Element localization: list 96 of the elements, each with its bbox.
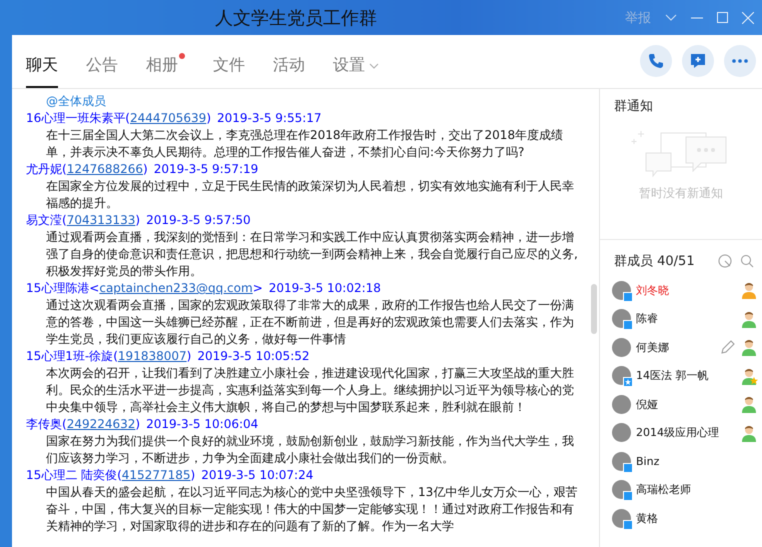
member-role-icon (740, 395, 758, 414)
bracket-text: ( (117, 467, 122, 484)
notification-dot-icon (179, 53, 185, 59)
member-role-icon (740, 338, 758, 356)
bracket-text: ( (62, 161, 67, 178)
bracket-text: ) (186, 348, 192, 365)
contact-link[interactable]: captainchen233@qq.com (99, 280, 253, 297)
contact-link[interactable]: 191838007 (118, 348, 187, 365)
contact-link[interactable]: 249224632 (66, 416, 136, 433)
message-text: 通过观看两会直播，我深刻的觉悟到：在日常学习和实践工作中应认真贯彻落实两会精神，进一步增强了自身的使命意识和责任意识，把思想和行动统一到两会精神上来，我会自觉履行自己应尽的义务,积极发挥好党员的带头作用。 (45, 229, 579, 280)
sender-name: 15心理二 陆奕俊 (26, 467, 118, 484)
tab[interactable]: 文件 (213, 51, 245, 88)
tab[interactable]: 聊天 (26, 51, 58, 88)
member-name: 2014级应用心理 (636, 425, 720, 440)
avatar (612, 394, 631, 414)
message-time: 2019-3-5 10:07:24 (201, 467, 314, 484)
sender-name: 易文滢 (26, 212, 62, 229)
member-role-icon (740, 424, 758, 442)
bracket-text: ) (135, 212, 140, 229)
contact-link[interactable]: 415277185 (122, 467, 190, 484)
sender-name: 尤丹妮 (26, 161, 62, 178)
message-time: 2019-3-5 9:57:19 (154, 161, 258, 178)
message-time: 2019-3-5 10:05:52 (197, 348, 310, 365)
message-time: 2019-3-5 10:02:18 (268, 280, 381, 297)
bracket-text: < (89, 280, 100, 297)
member-name: 倪娅 (636, 396, 659, 412)
message-time: 2019-3-5 10:06:04 (146, 416, 258, 433)
member-name: 黄格 (636, 510, 659, 526)
member-name: Binz (636, 454, 660, 468)
member-row[interactable]: 刘冬晓 (600, 276, 762, 304)
bracket-text: ( (125, 110, 130, 127)
tab[interactable]: 活动 (273, 51, 305, 88)
message-time: 2019-3-5 9:55:17 (217, 110, 322, 127)
contact-link[interactable]: 704313133 (66, 212, 136, 229)
member-row[interactable]: 高瑞松老师 (600, 476, 762, 504)
minimize-icon[interactable] (691, 16, 703, 18)
message-text: 国家在努力为我们提供一个良好的就业环境，鼓励创新创业，鼓励学习新技能，作为当代大学生，我们应该努力学习，不断进步，力争为全面建成小康社会做出我们的一份贡献。 (45, 433, 575, 467)
sender-name: 16心理一班朱素平 (26, 110, 126, 127)
member-row[interactable]: 14医法 郭一帆 (600, 362, 762, 390)
phone-button[interactable] (640, 45, 672, 77)
window-title: 人文学生党员工作群 (215, 7, 377, 30)
message-text: 在十三届全国人大第二次会议上，李克强总理在作2018年政府工作报告时，交出了2018年度成绩单，并表示决不辜负人民期待。总理的工作报告催人奋进，不禁扪心自问:今天你努力了吗? (45, 127, 564, 161)
more-icon (732, 59, 748, 63)
member-row[interactable]: 黄格 (600, 504, 762, 532)
chevron-down-icon (369, 62, 379, 68)
chevron-down-icon[interactable] (665, 14, 677, 22)
bracket-text: ) (143, 161, 148, 178)
member-row[interactable]: 陈睿 (600, 304, 762, 333)
member-filter-icon[interactable] (718, 254, 732, 268)
message-time: 2019-3-5 9:57:50 (146, 212, 251, 229)
empty-notice-text: 暂时没有新通知 (638, 185, 724, 202)
member-role-icon (740, 281, 758, 300)
tab[interactable]: 设置 (333, 51, 379, 88)
bracket-text: ) (135, 416, 140, 433)
search-icon[interactable] (740, 254, 754, 268)
member-name: 刘冬晓 (636, 282, 670, 298)
message-text: 本次两会的召开，让我们看到了决胜建立小康社会，推进建设现代化国家，打赢三大攻坚战的重大胜利。民众的生活水平进一步提高，实惠利益落实到每一个人身上。继续拥护以习近平为领导核心的党中央集中领导，高举社会主义伟大旗帜，将自己的梦想与中国梦联系起来，胜利就在眼前！ (45, 365, 575, 416)
members-title: 群成员 40/51 (614, 253, 696, 270)
tab[interactable]: 公告 (86, 51, 118, 88)
bracket-text: > (252, 280, 263, 297)
member-role-icon (740, 310, 758, 328)
message-text: 中国从春天的盛会起航，在以习近平同志为核心的党中央坚强领导下，13亿中华儿女万众一心，艰苦奋斗，中国，伟大复兴的目标一定能实现！伟大的中国梦一定能够实现！！通过对政府工作报告和有关精神的学习，对国家取得的进步和存在的问题有了新的了解。作为一名大学 (45, 484, 578, 535)
member-name: 14医法 郭一帆 (636, 368, 710, 384)
contact-link[interactable]: 2444705639 (130, 110, 206, 127)
bracket-text: ( (62, 416, 67, 433)
sender-name: 15心理1班-徐旋 (26, 348, 114, 365)
contact-link[interactable]: 1247688266 (66, 161, 144, 178)
avatar (612, 338, 631, 357)
bracket-text: ) (190, 467, 196, 484)
bracket-text: ( (113, 348, 118, 365)
member-row[interactable]: 倪娅 (600, 390, 762, 418)
close-icon[interactable] (742, 12, 754, 24)
message-text: 通过这次观看两会直播，国家的宏观政策取得了非常大的成果，政府的工作报告也给人民交了一份满意的答卷，中国这一头雄狮已经苏醒，正在不断前进，但是再好的宏观政策也需要人们去落实，作为学生党员，我们更应该履行自己的义务，做好每一件事情 (45, 297, 575, 348)
message-text: 在国家全方位发展的过程中，立足于民生民情的政策深切为人民着想，切实有效地实施有利于人民幸福感的提升。 (45, 178, 575, 212)
new-chat-button[interactable] (682, 45, 714, 77)
pencil-icon[interactable] (721, 340, 735, 354)
bracket-text: ) (206, 110, 212, 127)
sender-name: 李传奥 (26, 416, 62, 433)
maximize-icon[interactable] (717, 12, 728, 23)
sender-name: 15心理陈港 (26, 280, 90, 297)
mention-text[interactable]: @全体成员 (26, 93, 581, 110)
member-name: 陈睿 (636, 311, 659, 326)
phone-icon (648, 53, 664, 69)
member-name: 高瑞松老师 (636, 482, 692, 498)
chat-plus-icon (690, 53, 706, 69)
more-button[interactable] (724, 45, 756, 77)
member-row[interactable]: Binz (600, 447, 762, 476)
scrollbar-thumb[interactable] (591, 284, 597, 334)
member-row[interactable]: 2014级应用心理 (600, 418, 762, 447)
member-row[interactable]: 何美娜 (600, 333, 762, 362)
member-name: 何美娜 (636, 340, 670, 355)
bracket-text: ( (62, 212, 67, 229)
member-role-icon (740, 366, 758, 385)
tab[interactable]: 相册 (146, 51, 185, 88)
avatar (612, 423, 631, 442)
notice-title: 群通知 (613, 98, 654, 116)
